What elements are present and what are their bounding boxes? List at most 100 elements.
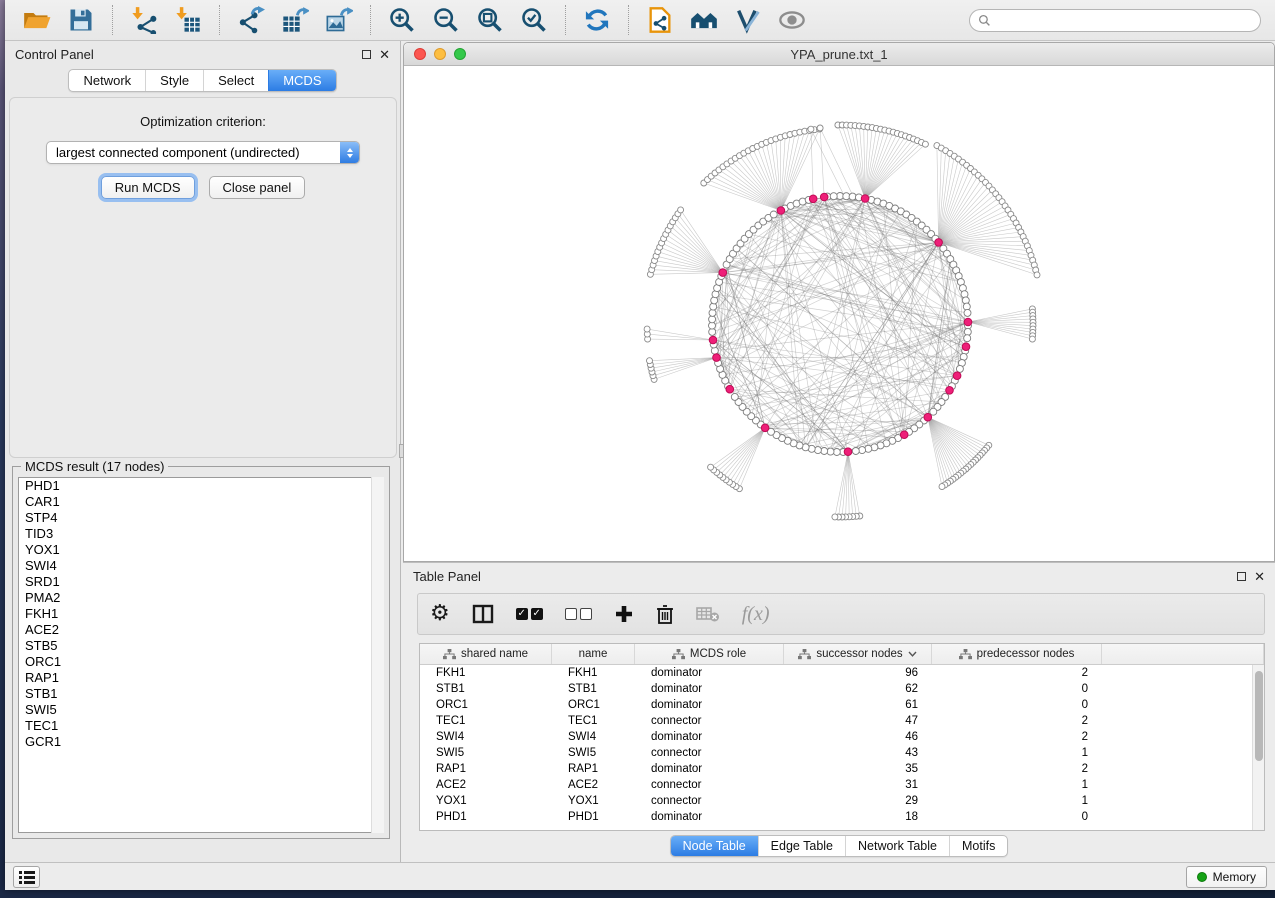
- mcds-list-scrollbar[interactable]: [371, 477, 384, 833]
- column-header-name[interactable]: name: [552, 644, 635, 664]
- task-history-button[interactable]: [13, 866, 40, 888]
- network-view-window: YPA_prune.txt_1: [403, 42, 1275, 562]
- export-image-icon[interactable]: [324, 5, 354, 35]
- search-input[interactable]: [969, 9, 1261, 32]
- table-row[interactable]: ACE2ACE2connector 311: [420, 777, 1252, 793]
- table-panel-title: Table Panel: [413, 569, 481, 584]
- settings-gear-icon[interactable]: ⚙: [430, 601, 450, 627]
- toolbar-separator: [219, 5, 220, 35]
- column-header-successor-nodes[interactable]: successor nodes: [784, 644, 932, 664]
- mcds-node-item[interactable]: TID3: [19, 526, 383, 542]
- export-network-icon[interactable]: [236, 5, 266, 35]
- delete-table-icon[interactable]: [696, 601, 720, 627]
- memory-button[interactable]: Memory: [1186, 866, 1267, 888]
- toolbar-separator: [370, 5, 371, 35]
- table-row[interactable]: FKH1FKH1dominator 962: [420, 665, 1252, 681]
- close-panel-button[interactable]: Close panel: [209, 176, 306, 199]
- tab-select[interactable]: Select: [203, 70, 268, 91]
- export-table-icon[interactable]: [280, 5, 310, 35]
- mcds-result-groupbox: MCDS result (17 nodes) PHD1CAR1STP4TID3Y…: [12, 466, 390, 839]
- graphics-details-icon[interactable]: [733, 5, 763, 35]
- tab-network-table[interactable]: Network Table: [845, 836, 949, 856]
- open-file-icon[interactable]: [22, 5, 52, 35]
- table-tabs: Node TableEdge TableNetwork TableMotifs: [403, 835, 1275, 857]
- select-all-rows-icon[interactable]: ✓✓: [516, 601, 543, 627]
- float-panel-icon[interactable]: [362, 50, 371, 59]
- column-header-predecessor-nodes[interactable]: predecessor nodes: [932, 644, 1102, 664]
- mcds-node-item[interactable]: STP4: [19, 510, 383, 526]
- control-panel-title: Control Panel: [15, 47, 94, 62]
- toolbar-separator: [565, 5, 566, 35]
- zoom-out-icon[interactable]: [431, 5, 461, 35]
- mcds-node-item[interactable]: PMA2: [19, 590, 383, 606]
- mcds-node-item[interactable]: SWI5: [19, 702, 383, 718]
- table-row[interactable]: SWI5SWI5connector 431: [420, 745, 1252, 761]
- mcds-node-item[interactable]: RAP1: [19, 670, 383, 686]
- table-scrollbar-thumb[interactable]: [1255, 671, 1263, 761]
- mcds-node-item[interactable]: ORC1: [19, 654, 383, 670]
- mcds-node-item[interactable]: YOX1: [19, 542, 383, 558]
- save-session-icon[interactable]: [66, 5, 96, 35]
- table-row[interactable]: YOX1YOX1connector 291: [420, 793, 1252, 809]
- mcds-node-item[interactable]: FKH1: [19, 606, 383, 622]
- mcds-node-item[interactable]: GCR1: [19, 734, 383, 750]
- toolbar-separator: [628, 5, 629, 35]
- table-row[interactable]: TEC1TEC1connector 472: [420, 713, 1252, 729]
- mcds-node-item[interactable]: PHD1: [19, 478, 383, 494]
- column-header-shared-name[interactable]: shared name: [420, 644, 552, 664]
- zoom-selected-icon[interactable]: [519, 5, 549, 35]
- network-canvas[interactable]: [404, 66, 1274, 561]
- memory-status-icon: [1197, 872, 1207, 882]
- network-window-title: YPA_prune.txt_1: [404, 47, 1274, 62]
- function-builder-icon[interactable]: f(x): [742, 601, 770, 627]
- table-row[interactable]: STB1STB1dominator 620: [420, 681, 1252, 697]
- first-neighbors-icon[interactable]: [689, 5, 719, 35]
- zoom-fit-icon[interactable]: [475, 5, 505, 35]
- mcds-node-item[interactable]: TEC1: [19, 718, 383, 734]
- table-row[interactable]: RAP1RAP1dominator 352: [420, 761, 1252, 777]
- tab-mcds[interactable]: MCDS: [268, 70, 335, 91]
- tab-network[interactable]: Network: [69, 70, 145, 91]
- zoom-in-icon[interactable]: [387, 5, 417, 35]
- mcds-node-item[interactable]: STB5: [19, 638, 383, 654]
- tab-edge-table[interactable]: Edge Table: [758, 836, 845, 856]
- column-header-spacer[interactable]: [1102, 644, 1264, 664]
- new-network-from-selection-icon[interactable]: [645, 5, 675, 35]
- close-table-panel-icon[interactable]: ✕: [1254, 570, 1265, 583]
- table-panel-titlebar: Table Panel ✕: [403, 563, 1275, 589]
- table-panel: Table Panel ✕ ⚙ ✓✓ f(x) shared namenameM…: [403, 562, 1275, 862]
- tab-motifs[interactable]: Motifs: [949, 836, 1007, 856]
- search-field[interactable]: [996, 13, 1252, 27]
- mcds-node-item[interactable]: SWI4: [19, 558, 383, 574]
- mcds-node-item[interactable]: SRD1: [19, 574, 383, 590]
- table-scrollbar[interactable]: [1252, 665, 1264, 830]
- mcds-node-item[interactable]: STB1: [19, 686, 383, 702]
- add-column-icon[interactable]: [614, 601, 634, 627]
- memory-label: Memory: [1213, 870, 1256, 884]
- mcds-node-item[interactable]: CAR1: [19, 494, 383, 510]
- column-visibility-icon[interactable]: [472, 601, 494, 627]
- application-window: Control Panel ✕ NetworkStyleSelectMCDS O…: [5, 0, 1275, 890]
- refresh-view-icon[interactable]: [582, 5, 612, 35]
- deselect-all-rows-icon[interactable]: [565, 601, 592, 627]
- mcds-result-list[interactable]: PHD1CAR1STP4TID3YOX1SWI4SRD1PMA2FKH1ACE2…: [18, 477, 384, 833]
- hide-eye-icon[interactable]: [777, 5, 807, 35]
- table-row[interactable]: ORC1ORC1dominator 610: [420, 697, 1252, 713]
- dropdown-stepper-icon: [340, 142, 359, 163]
- close-panel-icon[interactable]: ✕: [379, 48, 390, 61]
- table-toolbar: ⚙ ✓✓ f(x): [417, 593, 1265, 635]
- mcds-node-item[interactable]: ACE2: [19, 622, 383, 638]
- column-header-MCDS-role[interactable]: MCDS role: [635, 644, 784, 664]
- tab-node-table[interactable]: Node Table: [671, 836, 758, 856]
- float-table-panel-icon[interactable]: [1237, 572, 1246, 581]
- run-mcds-button[interactable]: Run MCDS: [101, 176, 195, 199]
- table-row[interactable]: PHD1PHD1dominator 180: [420, 809, 1252, 825]
- import-table-icon[interactable]: [173, 5, 203, 35]
- tab-style[interactable]: Style: [145, 70, 203, 91]
- delete-column-icon[interactable]: [656, 601, 674, 627]
- table-row[interactable]: SWI4SWI4dominator 462: [420, 729, 1252, 745]
- optimization-criterion-label: Optimization criterion:: [10, 114, 396, 129]
- import-network-icon[interactable]: [129, 5, 159, 35]
- network-graph[interactable]: [404, 66, 1274, 561]
- criterion-dropdown[interactable]: largest connected component (undirected): [46, 141, 360, 164]
